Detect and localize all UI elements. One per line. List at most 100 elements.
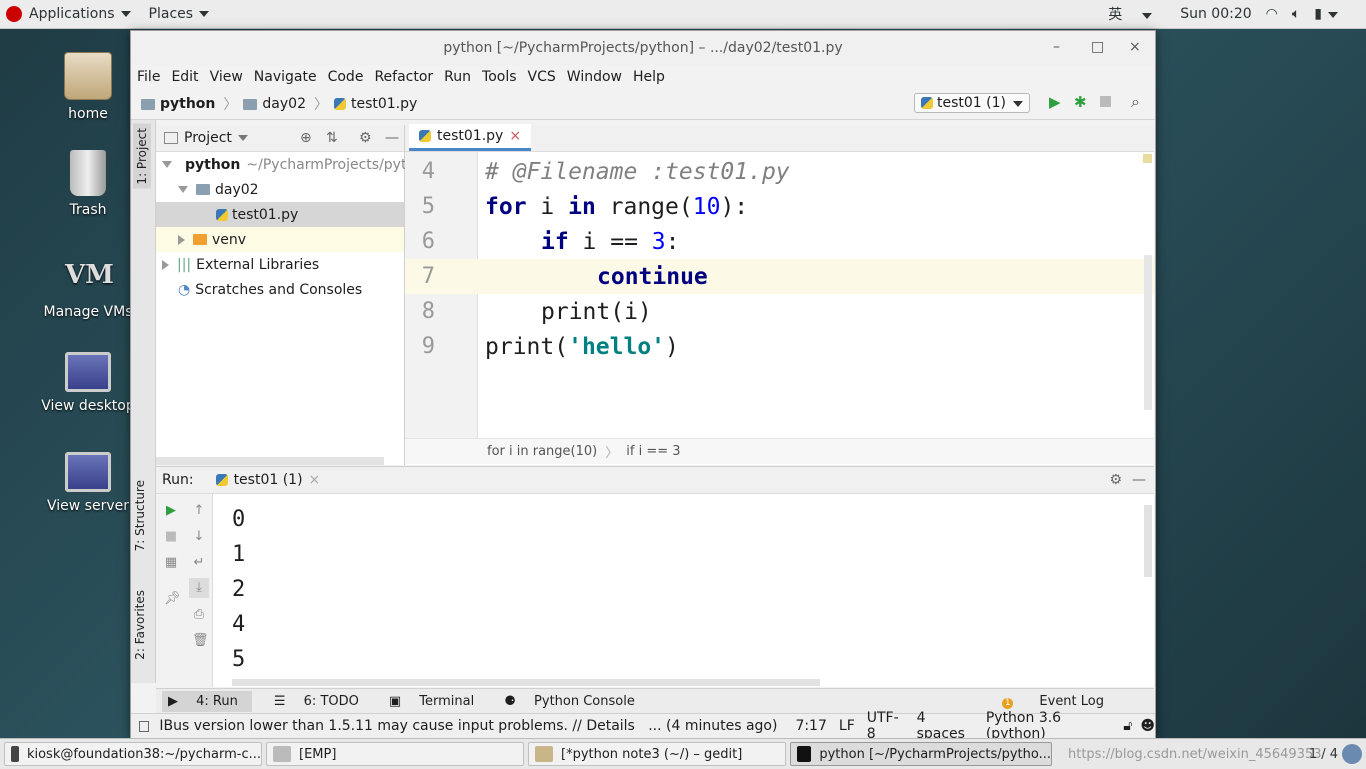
maximize-button[interactable]: □ [1091, 39, 1104, 55]
hide-icon[interactable]: — [1132, 472, 1146, 488]
run-configuration-select[interactable]: test01 (1) [914, 93, 1030, 113]
breadcrumb-python[interactable]: python [141, 96, 215, 112]
minimize-button[interactable]: – [1053, 39, 1060, 55]
scroll-up-icon[interactable]: ↑ [192, 504, 206, 518]
code-area[interactable]: 4 # @Filename :test01.py 5 for i in range(… [405, 154, 1154, 364]
tool-tab-todo[interactable]: ☰ 6: TODO [274, 694, 367, 709]
menu-run[interactable]: Run [444, 69, 471, 85]
battery-icon[interactable]: ▮ [1314, 6, 1352, 22]
lock-icon[interactable]: 🔓︎ [1123, 718, 1132, 734]
soft-wrap-icon[interactable]: ↵ [192, 556, 206, 570]
event-log-button[interactable]: 1 Event Log [988, 694, 1112, 709]
clock[interactable]: Sun 00:20 [1180, 6, 1251, 22]
taskbar-item-pycharm[interactable]: python [~/PycharmProjects/pytho... [790, 742, 1052, 766]
print-icon[interactable]: ⎙ [192, 608, 206, 622]
gear-icon[interactable]: ⚙ [1109, 472, 1122, 488]
scroll-down-icon[interactable]: ↓ [192, 530, 206, 544]
menu-refactor[interactable]: Refactor [374, 69, 433, 85]
tree-item-scratches[interactable]: ◔ Scratches and Consoles [156, 277, 404, 302]
debug-icon[interactable]: ✱ [1074, 93, 1087, 111]
menu-navigate[interactable]: Navigate [254, 69, 317, 85]
desktop-icon-view-server[interactable]: View server [40, 452, 136, 514]
rerun-icon[interactable]: ▶ [164, 504, 178, 518]
run-tab[interactable]: test01 (1) × [215, 472, 321, 488]
menu-tools[interactable]: Tools [482, 69, 517, 85]
collapse-all-icon[interactable]: ⇅ [326, 130, 338, 146]
tree-item-python[interactable]: python ~/PycharmProjects/pyth [156, 152, 415, 177]
tool-tab-terminal[interactable]: ▣ Terminal [389, 694, 482, 709]
line-separator[interactable]: LF [839, 718, 855, 734]
status-message[interactable]: IBus version lower than 1.5.11 may cause… [159, 718, 777, 734]
taskbar-item-gedit[interactable]: [*python note3 (~/) – gedit] [528, 742, 786, 766]
horizontal-scrollbar[interactable] [156, 457, 384, 465]
inspector-icon[interactable]: ☻ [1140, 718, 1155, 734]
close-tab-icon[interactable]: × [309, 472, 321, 488]
search-icon[interactable]: ⌕ [1131, 92, 1140, 112]
desktop-icon-view-desktop[interactable]: View desktop [40, 352, 136, 414]
code-breadcrumb-for[interactable]: for i in range(10) [487, 444, 597, 459]
gear-icon[interactable]: ⚙ [359, 130, 372, 146]
caret-position[interactable]: 7:17 [795, 718, 826, 734]
breadcrumb-day02[interactable]: day02 [243, 96, 306, 112]
menu-view[interactable]: View [210, 69, 243, 85]
menu-help[interactable]: Help [633, 69, 665, 85]
tab-structure[interactable]: 7: Structure [133, 480, 147, 551]
expand-arrow-icon[interactable] [178, 234, 185, 245]
desktop-icon-home[interactable]: home [40, 52, 136, 122]
clear-icon[interactable]: 🗑︎ [192, 634, 209, 648]
taskbar-item-terminal[interactable]: kiosk@foundation38:~/pycharm-c... [4, 742, 262, 766]
menu-window[interactable]: Window [567, 69, 622, 85]
console-output[interactable]: 0 1 2 4 5 [232, 507, 245, 682]
menu-vcs[interactable]: VCS [528, 69, 556, 85]
desktop-icon-manage-vms[interactable]: VM Manage VMs [40, 252, 136, 320]
python-icon [921, 97, 933, 109]
editor-tab-test01[interactable]: test01.py × [409, 124, 532, 151]
vertical-scrollbar[interactable] [1144, 255, 1152, 410]
tool-tab-run[interactable]: ▶ 4: Run [162, 690, 252, 712]
tree-item-venv[interactable]: venv [156, 227, 404, 252]
project-view-select[interactable]: Project [184, 130, 232, 146]
layout-icon[interactable]: ▦ [164, 556, 178, 570]
pin-icon[interactable]: 📌︎ [164, 592, 181, 606]
chevron-down-icon [120, 11, 131, 17]
stop-icon[interactable] [1100, 96, 1111, 107]
menu-file[interactable]: File [137, 69, 160, 85]
gedit-icon [535, 746, 553, 762]
vertical-scrollbar[interactable] [1144, 505, 1152, 577]
tree-item-day02[interactable]: day02 [156, 177, 404, 202]
volume-icon[interactable]: 🔈︎ [1292, 6, 1300, 22]
menu-code[interactable]: Code [328, 69, 364, 85]
status-toggle-icon[interactable] [139, 720, 150, 732]
stop-icon[interactable]: ■ [164, 530, 178, 544]
applications-menu[interactable]: Applications [29, 6, 131, 22]
scroll-to-end-icon[interactable]: ⤓ [189, 578, 209, 598]
expand-arrow-icon[interactable] [162, 161, 172, 168]
expand-arrow-icon[interactable] [178, 186, 188, 193]
taskbar-item-emp[interactable]: [EMP] [266, 742, 524, 766]
places-menu[interactable]: Places [149, 6, 210, 22]
hide-icon[interactable]: — [385, 130, 399, 146]
desktop-icon-trash[interactable]: Trash [40, 150, 136, 218]
window-titlebar[interactable]: python [~/PycharmProjects/python] – .../… [131, 31, 1155, 65]
workspace-pager[interactable]: 1 / 4 [1309, 747, 1338, 762]
tool-tab-python-console[interactable]: ⚈ Python Console [504, 694, 643, 709]
notification-icon[interactable] [1342, 744, 1362, 764]
wifi-icon[interactable]: ◠ [1266, 6, 1278, 22]
horizontal-scrollbar[interactable] [232, 679, 820, 686]
close-tab-icon[interactable]: × [509, 128, 521, 144]
tree-item-test01[interactable]: test01.py [156, 202, 404, 227]
chevron-down-icon[interactable] [237, 135, 248, 141]
tree-item-external-libraries[interactable]: ||| External Libraries [156, 252, 404, 277]
run-icon[interactable]: ▶ [1049, 93, 1061, 111]
expand-arrow-icon[interactable] [162, 259, 169, 270]
close-button[interactable]: × [1129, 39, 1141, 55]
menu-edit[interactable]: Edit [171, 69, 198, 85]
inspection-indicator[interactable] [1143, 154, 1152, 163]
tab-project[interactable]: 1: Project [133, 124, 151, 189]
input-method-indicator[interactable]: 英 [1108, 4, 1166, 24]
redhat-logo-icon [6, 6, 22, 22]
locate-icon[interactable]: ⊕ [300, 130, 312, 146]
breadcrumb-file[interactable]: test01.py [333, 96, 417, 112]
code-breadcrumb-if[interactable]: if i == 3 [626, 444, 680, 459]
tab-favorites[interactable]: 2: Favorites [133, 590, 147, 660]
